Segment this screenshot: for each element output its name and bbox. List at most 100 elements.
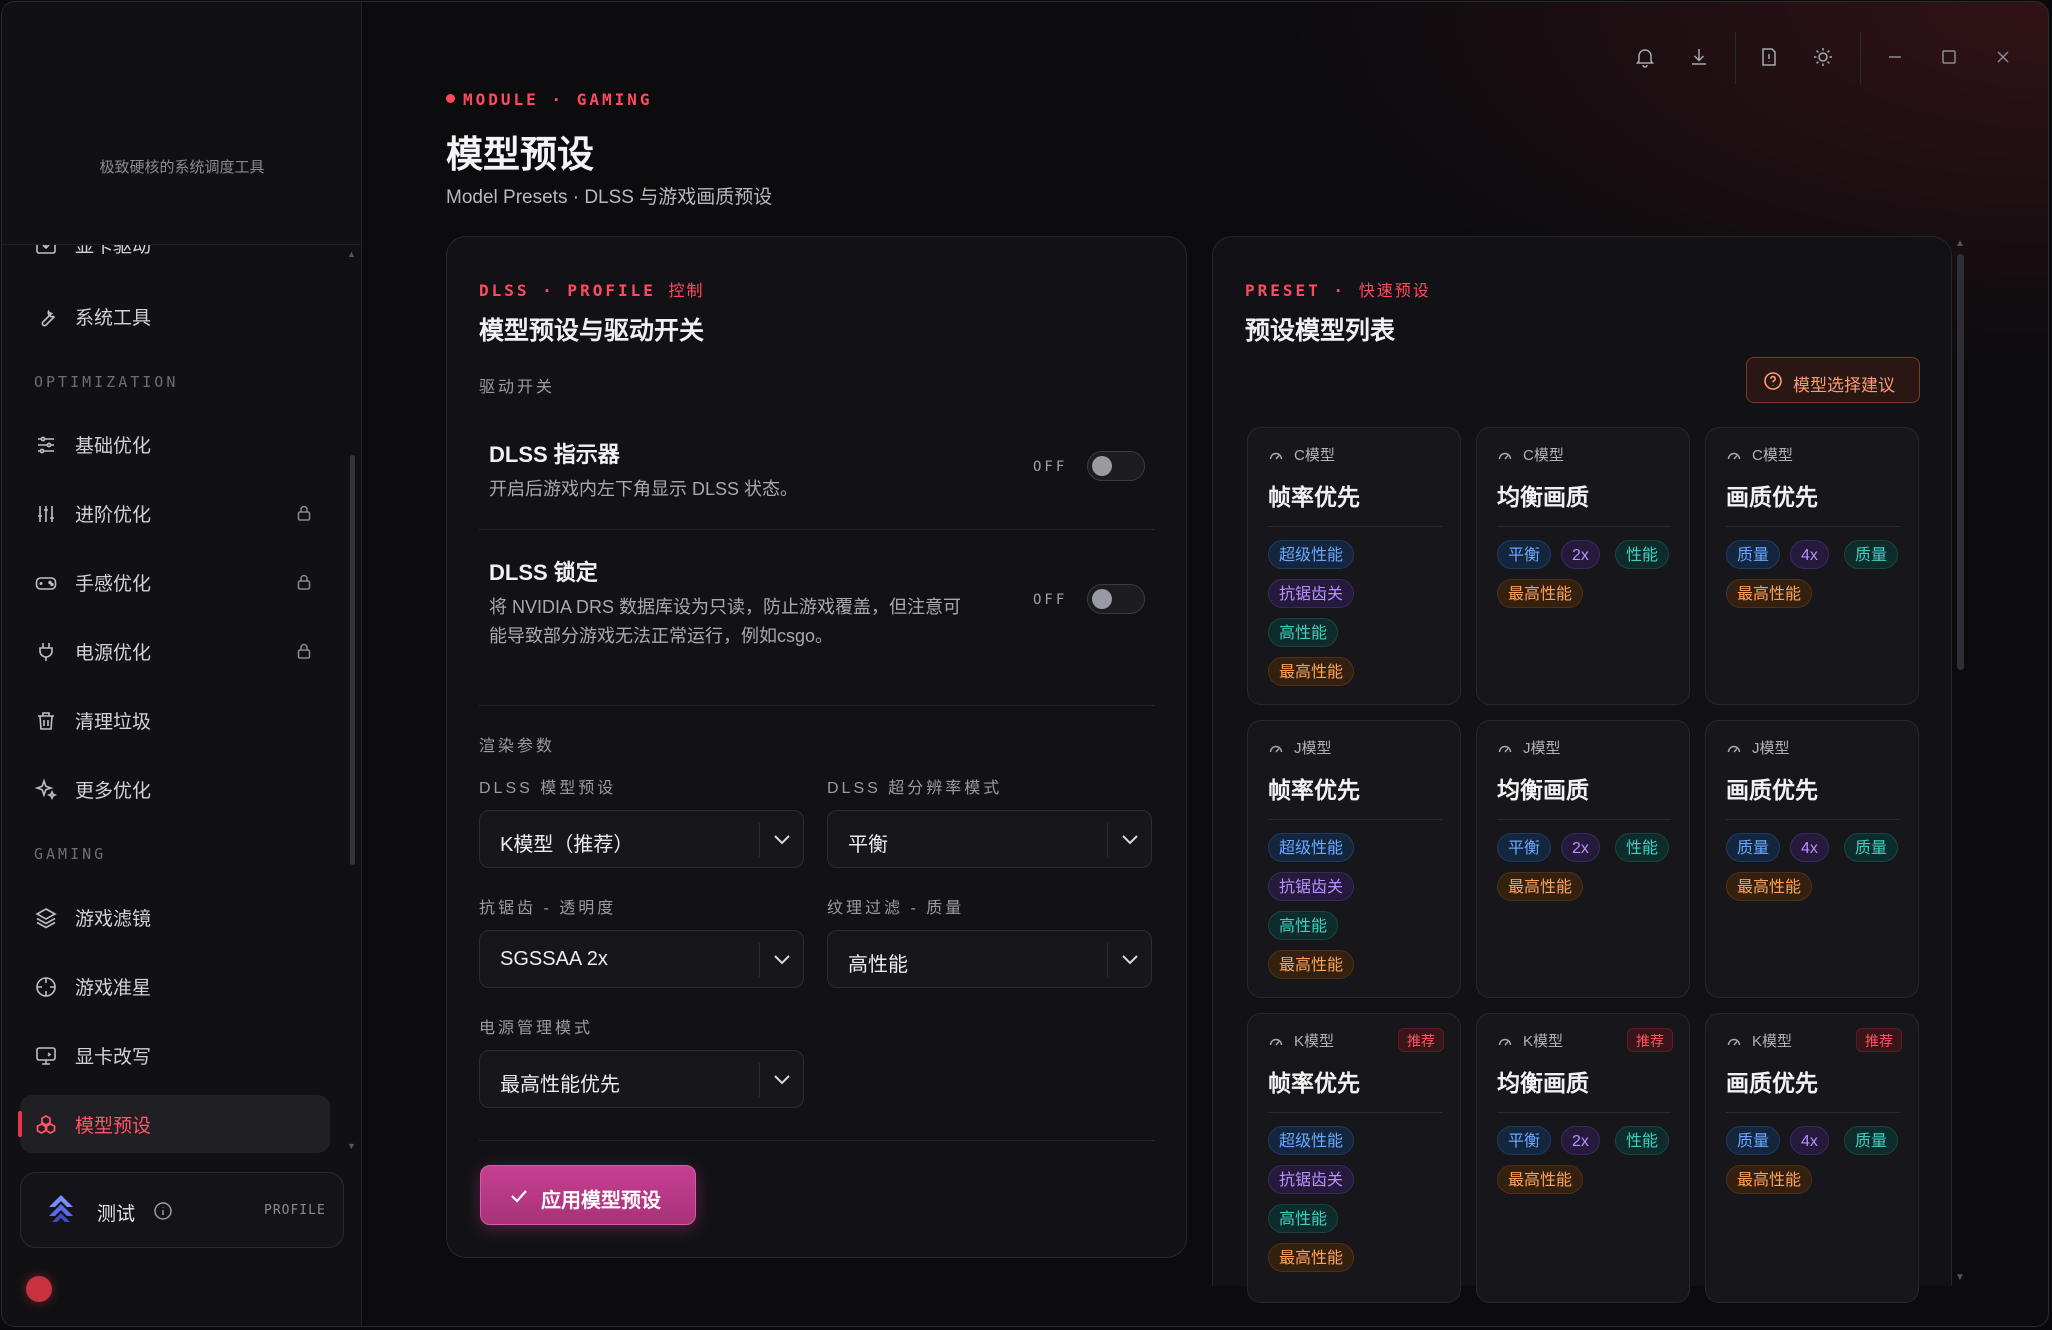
scroll-up-icon[interactable]: ▲	[347, 249, 357, 259]
preset-tag: 最高性能	[1726, 872, 1813, 901]
preset-tag: 性能	[1615, 540, 1670, 569]
sidebar-item-power-opt[interactable]: 电源优化	[20, 622, 330, 680]
preset-card[interactable]: C模型 均衡画质 平衡 2x 性能 最高性能	[1476, 427, 1690, 705]
sidebar-item-label: 显卡驱动	[75, 244, 152, 257]
select-value: K模型（推荐）	[500, 834, 634, 856]
recommend-badge: 推荐	[1856, 1028, 1902, 1052]
gauge-icon	[1498, 452, 1512, 460]
maximize-icon[interactable]	[1938, 46, 1960, 68]
kicker-suffix: 快速预设	[1358, 283, 1431, 300]
aa-transparency-label: 抗锯齿 - 透明度	[479, 900, 617, 917]
app-tagline: 极致硬核的系统调度工具	[99, 159, 265, 176]
sidebar-item-advanced-opt[interactable]: 进阶优化	[20, 484, 330, 542]
sidebar-item-label: 清理垃圾	[75, 711, 152, 733]
dlss-lock-desc-line2: 能导致部分游戏无法正常运行，例如csgo。	[489, 626, 834, 646]
preset-tag: 最高性能	[1268, 950, 1355, 979]
close-icon[interactable]	[1992, 46, 2014, 68]
sidebar-item-crosshair[interactable]: 游戏准星	[20, 957, 330, 1015]
apply-label: 应用模型预设	[541, 1190, 661, 1212]
dlss-model-preset-select[interactable]: K模型（推荐）	[479, 810, 804, 868]
chevron-down-icon	[759, 1063, 803, 1097]
gauge-icon	[1727, 1038, 1741, 1046]
download-icon[interactable]	[1688, 46, 1710, 68]
preset-tag: 最高性能	[1497, 872, 1584, 901]
preset-tag: 质量	[1726, 833, 1781, 862]
select-value: 平衡	[848, 834, 888, 856]
divider	[1268, 819, 1442, 820]
preset-tag: 质量	[1726, 1126, 1781, 1155]
sidebar-item-more-opt[interactable]: 更多优化	[20, 760, 330, 818]
preset-card[interactable]: J模型 均衡画质 平衡 2x 性能 最高性能	[1476, 720, 1690, 998]
preset-card[interactable]: K模型 推荐 帧率优先 超级性能 抗锯齿关 高性能 最高性能	[1247, 1013, 1461, 1303]
sidebar-nav[interactable]: 显卡驱动 系统工具 OPTIMIZATION 基础优化 进阶优化 手感优化 电源…	[2, 244, 362, 1154]
gauge-icon	[1498, 745, 1512, 753]
profile-card[interactable]: 测试 PROFILE	[20, 1172, 344, 1248]
scroll-down-icon[interactable]: ▼	[1955, 1272, 1965, 1283]
preset-card[interactable]: J模型 帧率优先 超级性能 抗锯齿关 高性能 最高性能	[1247, 720, 1461, 998]
texture-filter-select[interactable]: 高性能	[827, 930, 1152, 988]
divider	[1726, 819, 1900, 820]
preset-title: 画质优先	[1726, 1070, 1818, 1096]
sidebar-item-cleanup[interactable]: 清理垃圾	[20, 691, 330, 749]
render-section-label: 渲染参数	[479, 738, 556, 755]
scroll-down-icon[interactable]: ▼	[347, 1141, 357, 1151]
sliders-icon	[38, 436, 54, 454]
advice-label: 模型选择建议	[1793, 376, 1895, 395]
preset-card[interactable]: J模型 画质优先 质量 4x 质量 最高性能	[1705, 720, 1919, 998]
dlss-indicator-toggle[interactable]	[1087, 451, 1145, 481]
help-circle-icon	[1764, 372, 1782, 390]
aa-transparency-select[interactable]: SGSSAA 2x	[479, 930, 804, 988]
sidebar-item-label: 手感优化	[75, 573, 152, 595]
monitor-icon	[36, 1047, 56, 1065]
preset-card[interactable]: K模型 推荐 均衡画质 平衡 2x 性能 最高性能	[1476, 1013, 1690, 1303]
dlss-lock-toggle[interactable]	[1087, 584, 1145, 614]
sidebar-item-gpu-rewrite[interactable]: 显卡改写	[20, 1026, 330, 1084]
preset-tag: 2x	[1561, 833, 1600, 862]
preset-tag: 4x	[1790, 1126, 1829, 1155]
sidebar-item-label: 显卡改写	[75, 1046, 152, 1068]
power-mode-select[interactable]: 最高性能优先	[479, 1050, 804, 1108]
sidebar-item-gpu-driver[interactable]: 显卡驱动	[20, 244, 330, 273]
eyebrow-dot	[446, 94, 455, 103]
model-type: J模型	[1294, 740, 1332, 757]
preset-card[interactable]: C模型 帧率优先 超级性能 抗锯齿关 高性能 最高性能	[1247, 427, 1461, 705]
sidebar-item-game-filter[interactable]: 游戏滤镜	[20, 888, 330, 946]
divider	[1497, 1112, 1671, 1113]
gauge-icon	[1727, 745, 1741, 753]
chevron-down-icon	[1107, 823, 1151, 857]
preset-title: 均衡画质	[1497, 1070, 1589, 1096]
driver-section-label: 驱动开关	[479, 379, 556, 396]
preset-title: 均衡画质	[1497, 777, 1589, 803]
sun-icon[interactable]	[1812, 46, 1834, 68]
sidebar-item-model-presets[interactable]: 模型预设	[18, 1095, 330, 1153]
apply-preset-button[interactable]: 应用模型预设	[480, 1165, 696, 1225]
model-advice-button[interactable]: 模型选择建议	[1746, 357, 1920, 403]
divider	[1268, 526, 1442, 527]
preset-card[interactable]: K模型 推荐 画质优先 质量 4x 质量 最高性能	[1705, 1013, 1919, 1303]
preset-card[interactable]: C模型 画质优先 质量 4x 质量 最高性能	[1705, 427, 1919, 705]
divider	[1726, 1112, 1900, 1113]
card-kicker: DLSS · PROFILE 控制	[479, 277, 705, 301]
minimize-icon[interactable]	[1884, 46, 1906, 68]
dlss-sr-mode-select[interactable]: 平衡	[827, 810, 1152, 868]
toolbar-divider	[1860, 32, 1861, 84]
preset-tag: 高性能	[1268, 618, 1339, 647]
preset-title: 均衡画质	[1497, 484, 1589, 510]
sidebar-item-system-tools[interactable]: 系统工具	[20, 287, 330, 345]
sidebar-item-feel-opt[interactable]: 手感优化	[20, 553, 330, 611]
model-type: C模型	[1294, 447, 1335, 464]
scroll-up-icon[interactable]: ▲	[1955, 238, 1965, 249]
gauge-icon	[1269, 1038, 1283, 1046]
sidebar-item-label: 进阶优化	[75, 504, 152, 526]
sidebar-scrollbar-thumb[interactable]	[350, 455, 355, 865]
document-alert-icon[interactable]	[1758, 46, 1780, 68]
preset-tag: 性能	[1615, 833, 1670, 862]
info-icon[interactable]	[153, 1201, 173, 1221]
bell-icon[interactable]	[1634, 46, 1656, 68]
section-optimization: OPTIMIZATION	[34, 373, 179, 391]
toggle-knob	[1092, 456, 1112, 476]
preset-scrollbar-thumb[interactable]	[1957, 254, 1964, 670]
toolbar-divider	[1735, 32, 1736, 84]
divider	[479, 1140, 1155, 1141]
sidebar-item-basic-opt[interactable]: 基础优化	[20, 415, 330, 473]
